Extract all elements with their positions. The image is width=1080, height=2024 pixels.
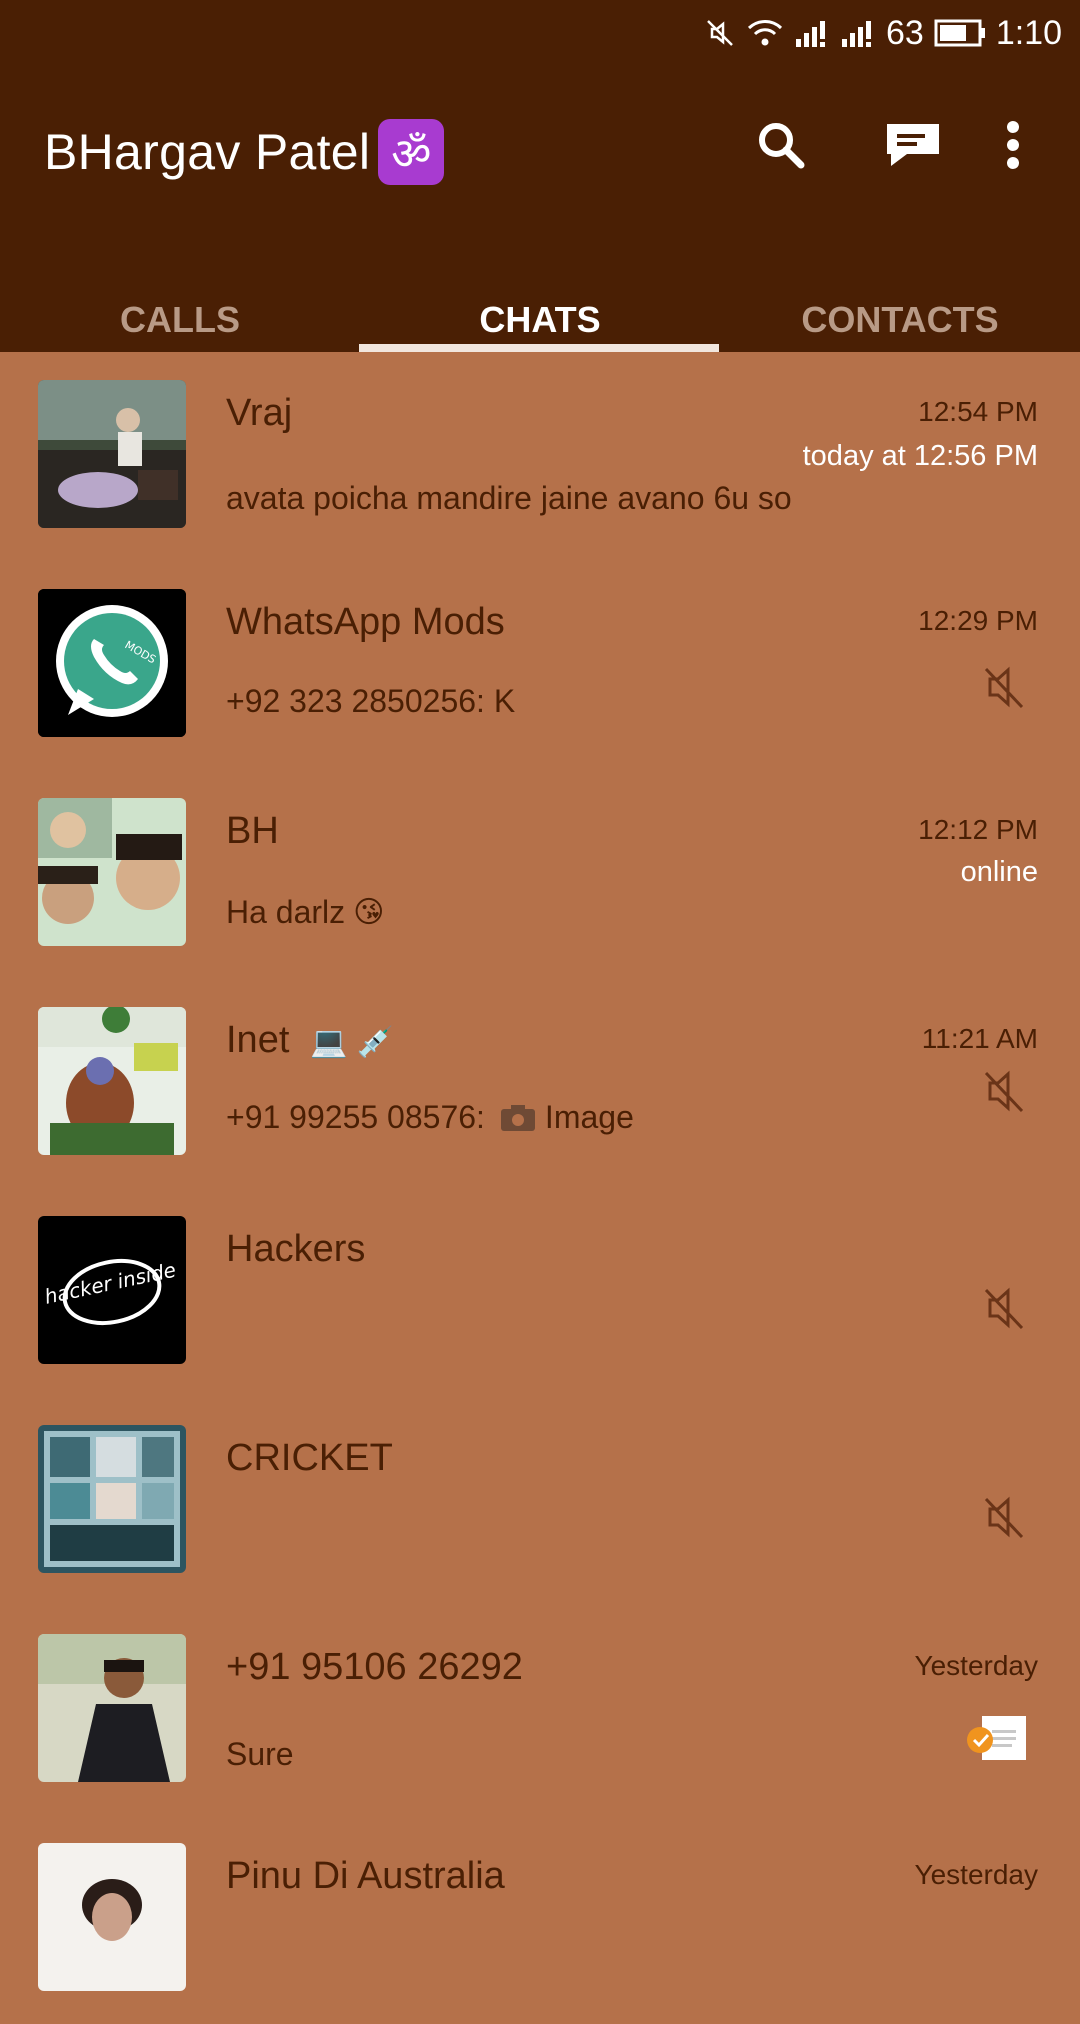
chat-time: Yesterday: [914, 1859, 1039, 1890]
last-message-text: Image: [544, 1099, 634, 1135]
app-title-wrap: BHargav Patel ॐ: [44, 114, 445, 190]
chat-time: 11:21 AM: [921, 1023, 1038, 1054]
tab-chats[interactable]: CHATS: [360, 288, 720, 352]
last-message: Sure: [226, 1736, 294, 1773]
chat-row-bh[interactable]: BH 12:12 PM online Ha darlz 😘: [0, 770, 1080, 979]
wifi-icon: [746, 17, 784, 49]
last-message: +92 323 2850256: K: [226, 683, 515, 720]
status-bar: 63 1:10: [0, 0, 1080, 66]
battery-level: 63: [885, 13, 924, 52]
om-emoji-icon: ॐ: [378, 119, 445, 185]
tab-bar: CALLS CHATS CONTACTS: [0, 288, 1080, 352]
signal-1-icon: [794, 17, 830, 49]
avatar[interactable]: [38, 1425, 186, 1573]
last-message: +91 99255 08576: Image: [226, 1099, 634, 1136]
last-message-sender: +91 99255 08576:: [226, 1099, 485, 1135]
online-status: online: [960, 856, 1038, 888]
last-message-text: +92 323 2850256: K: [226, 683, 516, 719]
chat-name: WhatsApp Mods: [226, 601, 505, 643]
avatar[interactable]: [38, 1843, 186, 1991]
chat-name: Pinu Di Australia: [226, 1855, 505, 1897]
more-vert-icon: [1007, 121, 1019, 169]
last-message: Ha darlz 😘: [226, 894, 384, 931]
kiss-emoji-icon: 😘: [353, 895, 385, 930]
chat-name: Hackers: [226, 1228, 366, 1270]
new-chat-icon: [887, 124, 939, 166]
chat-row-phone[interactable]: +91 95106 26292 Yesterday Sure: [0, 1606, 1080, 1815]
muted-icon: [984, 666, 1024, 709]
chat-name-text: Inet: [226, 1019, 290, 1061]
status-icons: 63 1:10: [704, 12, 1062, 54]
search-icon: [759, 123, 805, 169]
chat-row-inet[interactable]: Inet 💻 💉 11:21 AM +91 99255 08576: Image: [0, 979, 1080, 1188]
tab-indicator: [359, 344, 719, 352]
muted-icon: [984, 1287, 1024, 1330]
chat-time: Yesterday: [914, 1650, 1039, 1681]
avatar[interactable]: [38, 798, 186, 946]
chat-time: 12:54 PM: [918, 396, 1038, 427]
signal-2-icon: [840, 17, 876, 49]
mute-status-icon: [704, 17, 736, 49]
last-message: avata poicha mandire jaine avano 6u so: [226, 480, 792, 517]
tab-calls[interactable]: CALLS: [0, 288, 360, 352]
last-seen-status: today at 12:56 PM: [802, 440, 1038, 472]
search-button[interactable]: [746, 110, 816, 180]
chat-name: CRICKET: [226, 1437, 393, 1479]
chat-name: BH: [226, 810, 279, 852]
muted-icon: [984, 1070, 1024, 1113]
app-bar: BHargav Patel ॐ CALLS CHATS CONTACTS: [0, 66, 1080, 352]
camera-icon: [500, 1104, 535, 1131]
last-message-text: Ha darlz: [226, 894, 346, 930]
last-message-text: Sure: [226, 1736, 294, 1772]
app-title: BHargav Patel: [44, 124, 371, 180]
chat-row-cricket[interactable]: CRICKET: [0, 1397, 1080, 1606]
chat-row-vraj[interactable]: Vraj 12:54 PM today at 12:56 PM avata po…: [0, 352, 1080, 561]
avatar[interactable]: hacker inside: [38, 1216, 186, 1364]
chat-name: Inet 💻 💉: [226, 1019, 394, 1062]
chat-name: Vraj: [226, 392, 293, 434]
chat-list: Vraj 12:54 PM today at 12:56 PM avata po…: [0, 352, 1080, 2024]
avatar[interactable]: [38, 1007, 186, 1155]
more-options-button[interactable]: [978, 110, 1048, 180]
avatar[interactable]: MODS: [38, 589, 186, 737]
clock: 1:10: [995, 13, 1062, 52]
battery-icon: [934, 18, 986, 48]
avatar[interactable]: [38, 380, 186, 528]
avatar[interactable]: [38, 1634, 186, 1782]
delivered-tick-icon: [967, 1716, 1026, 1760]
new-chat-button[interactable]: [878, 110, 948, 180]
laptop-syringe-emoji-icon: 💻 💉: [309, 1025, 395, 1060]
chat-row-hackers[interactable]: hacker inside Hackers: [0, 1188, 1080, 1397]
chat-time: 12:29 PM: [918, 605, 1038, 636]
chat-row-whatsapp-mods[interactable]: MODS WhatsApp Mods 12:29 PM +92 323 2850…: [0, 561, 1080, 770]
tab-contacts[interactable]: CONTACTS: [720, 288, 1080, 352]
chat-name: +91 95106 26292: [226, 1646, 523, 1688]
muted-icon: [984, 1496, 1024, 1539]
last-message-text: avata poicha mandire jaine avano 6u so: [226, 480, 792, 516]
chat-time: 12:12 PM: [918, 814, 1038, 845]
